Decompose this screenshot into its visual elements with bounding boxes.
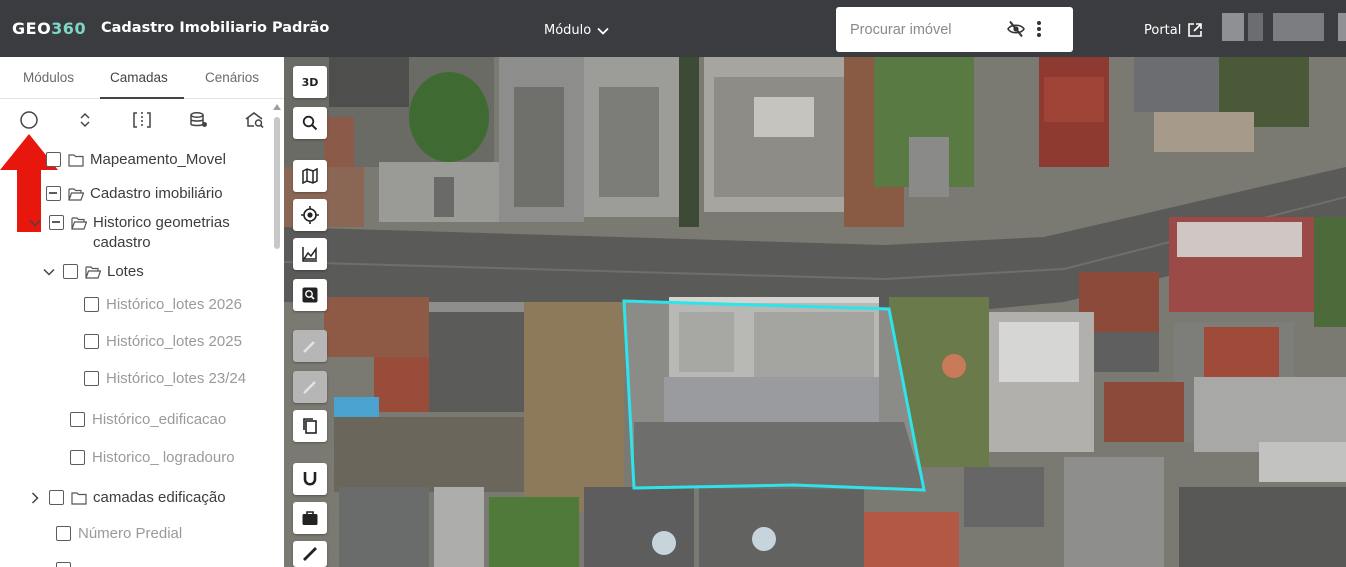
tab-modulos[interactable]: Módulos [23, 70, 74, 85]
layer-checkbox[interactable] [70, 450, 85, 465]
tree-item-historico-edificacao[interactable]: Histórico_edificacao [70, 410, 226, 430]
property-search [836, 7, 1073, 52]
zoom-box-icon [302, 287, 318, 303]
layer-checkbox[interactable] [46, 152, 61, 167]
database-settings-icon[interactable] [187, 109, 211, 131]
ruler-icon [303, 547, 317, 561]
measure-button[interactable] [293, 541, 327, 567]
folder-icon [68, 154, 84, 167]
tab-cenarios[interactable]: Cenários [205, 70, 259, 85]
pencil-icon [303, 381, 316, 394]
tree-item-label: Número Predial [78, 525, 183, 542]
more-options-icon[interactable] [1036, 20, 1042, 38]
layer-checkbox[interactable] [46, 186, 61, 201]
tree-item-label: Cadastro imobiliário [90, 185, 223, 202]
tree-item-label: Mapeamento_Movel [90, 151, 226, 168]
layer-checkbox[interactable] [63, 264, 78, 279]
app-title: Cadastro Imobiliario Padrão [101, 20, 330, 36]
chevron-right-icon[interactable] [28, 491, 42, 505]
tree-item-historico-lotes-2025[interactable]: Histórico_lotes 2025 [84, 332, 242, 352]
tree-item-mapeamento-movel[interactable]: Mapeamento_Movel [46, 150, 226, 170]
tree-item-label: Lotes [107, 263, 144, 280]
layer-checkbox[interactable] [49, 215, 64, 230]
magnet-icon [303, 472, 317, 486]
scroll-up-arrow[interactable] [273, 104, 281, 110]
tree-item-label: Histórico_lotes 2026 [106, 296, 242, 313]
edit-button[interactable] [293, 371, 327, 403]
module-label: Módulo [544, 23, 592, 38]
folder-open-icon [85, 266, 101, 279]
portal-label: Portal [1144, 22, 1182, 38]
tree-item-numero-predial[interactable]: Número Predial [56, 524, 182, 544]
copy-icon [303, 418, 317, 434]
search-input[interactable] [850, 21, 1000, 38]
crosshair-icon [301, 206, 319, 224]
tree-item-lotes[interactable]: Lotes [42, 262, 144, 282]
briefcase-icon [302, 511, 318, 525]
external-link-icon [1188, 23, 1203, 37]
map-icon [302, 167, 318, 185]
folder-open-icon [68, 188, 84, 201]
satellite-map[interactable] [284, 57, 1346, 567]
top-bar: GEO360 Cadastro Imobiliario Padrão Módul… [0, 0, 1346, 57]
tree-item-cadastro-imobiliario[interactable]: Cadastro imobiliário [46, 184, 223, 204]
tree-item-label: camadas edificação [93, 489, 226, 506]
eye-off-icon[interactable] [1006, 20, 1026, 38]
search-icon [302, 115, 318, 131]
tree-item-historico-lotes-2026[interactable]: Histórico_lotes 2026 [84, 295, 242, 315]
house-search-icon[interactable] [243, 109, 267, 131]
tree-item-historico-logradouro[interactable]: Historico_ logradouro [70, 448, 235, 468]
toolbox-button[interactable] [293, 502, 327, 534]
sidebar-scrollbar[interactable] [272, 101, 282, 567]
snap-button[interactable] [293, 463, 327, 495]
locate-button[interactable] [293, 199, 327, 231]
tab-camadas[interactable]: Camadas [110, 70, 168, 85]
layer-checkbox[interactable] [56, 562, 71, 567]
folder-icon [71, 492, 87, 505]
tree-item-label: Historico_ logradouro [92, 449, 235, 466]
layer-checkbox[interactable] [70, 412, 85, 427]
tree-item-label: Histórico_lotes 2025 [106, 333, 242, 350]
toggle-3d-button[interactable]: 3D [293, 66, 327, 98]
compare-split-icon[interactable] [130, 109, 154, 131]
sidebar-tabs: Módulos Camadas Cenários [0, 57, 284, 99]
layer-checkbox[interactable] [56, 526, 71, 541]
tree-item-label: Historico geometrias cadastro [93, 214, 230, 251]
module-dropdown[interactable]: Módulo [544, 23, 609, 38]
layer-checkbox[interactable] [84, 334, 99, 349]
app-window: GEO360 Cadastro Imobiliario Padrão Módul… [0, 0, 1346, 567]
map-search-button[interactable] [293, 107, 327, 139]
copy-button[interactable] [293, 410, 327, 442]
layer-checkbox[interactable] [84, 297, 99, 312]
tree-item-camadas-edificacao[interactable]: camadas edificação [28, 488, 226, 508]
folder-open-icon [71, 217, 87, 230]
brush-icon [303, 341, 315, 353]
tree-item-partial[interactable] [56, 560, 78, 567]
user-profile-blurred[interactable] [1222, 13, 1346, 41]
zoom-area-button[interactable] [293, 279, 327, 311]
tree-item-historico-geometrias[interactable]: Historico geometrias cadastro [28, 213, 230, 253]
circle-toggle-icon[interactable] [17, 109, 41, 131]
geo360-logo[interactable]: GEO360 [12, 19, 86, 38]
scrollbar-thumb[interactable] [274, 117, 280, 249]
portal-link[interactable]: Portal [1144, 22, 1203, 38]
expand-collapse-icon[interactable] [73, 109, 97, 131]
active-tab-indicator [100, 97, 184, 99]
layers-sidebar: Módulos Camadas Cenários Mapeamento_Move… [0, 57, 284, 567]
tree-item-historico-lotes-2324[interactable]: Histórico_lotes 23/24 [84, 369, 246, 389]
basemap-button[interactable] [293, 160, 327, 192]
layer-checkbox[interactable] [49, 490, 64, 505]
layer-checkbox[interactable] [84, 371, 99, 386]
elevation-profile-button[interactable] [293, 238, 327, 270]
draw-button[interactable] [293, 330, 327, 362]
tree-item-label: Histórico_lotes 23/24 [106, 370, 247, 387]
chevron-down-icon[interactable] [28, 216, 42, 230]
chart-area-icon [302, 246, 317, 262]
tree-item-label: Histórico_edificacao [92, 411, 227, 428]
aerial-imagery [284, 57, 1346, 567]
chevron-down-icon [597, 27, 609, 35]
chevron-down-icon[interactable] [42, 265, 56, 279]
